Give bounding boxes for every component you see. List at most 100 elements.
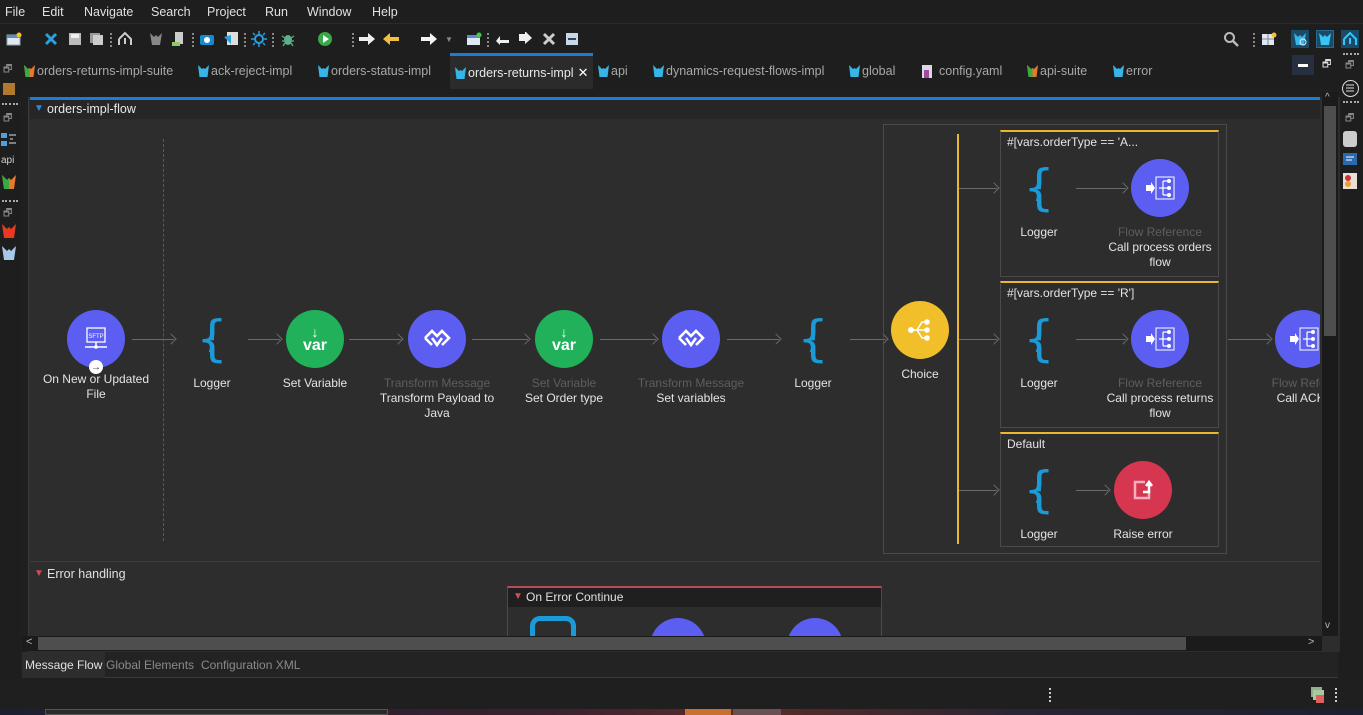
flow-node-set-variable[interactable]: ↓ var Set Variable [255, 310, 375, 391]
camera-icon[interactable] [198, 30, 216, 48]
save-all-icon[interactable] [88, 30, 106, 48]
tab-configuration-xml[interactable]: Configuration XML [198, 652, 303, 678]
restore-icon[interactable]: 🗗 [1345, 111, 1354, 128]
flow-node-logger[interactable]: { ; Logger [979, 159, 1099, 240]
settings-icon[interactable] [1343, 131, 1357, 147]
back-icon[interactable] [382, 30, 400, 48]
flow-node-transform-message[interactable]: Transform Message Set variables [631, 310, 751, 406]
undo-icon[interactable] [494, 30, 512, 48]
menu-search[interactable]: Search [151, 5, 191, 19]
flow-node-raise-error[interactable]: Raise error [1083, 461, 1203, 542]
palette-icon[interactable] [1, 133, 17, 147]
vertical-scrollbar[interactable]: ^ v [1322, 92, 1338, 636]
taskbar-item[interactable] [45, 709, 388, 715]
tab-orders-returns-impl[interactable]: orders-returns-impl ✕ [450, 53, 593, 89]
scroll-right-icon[interactable]: > [1308, 636, 1314, 648]
scrollbar-thumb[interactable] [38, 637, 1186, 650]
restore-icon[interactable]: 🗗 [1345, 58, 1354, 75]
mule-perspective-icon[interactable] [1316, 30, 1334, 48]
menu-file[interactable]: File [5, 5, 25, 19]
search-icon[interactable] [1222, 30, 1240, 48]
api-label[interactable]: api [1, 155, 14, 166]
delete-icon[interactable] [540, 30, 558, 48]
mule-suite-icon[interactable] [1, 174, 17, 190]
tab-global-elements[interactable]: Global Elements [103, 652, 197, 678]
menu-navigate[interactable]: Navigate [84, 5, 133, 19]
open-perspective-icon[interactable] [1260, 30, 1278, 48]
console-icon[interactable] [1343, 153, 1357, 165]
menu-window[interactable]: Window [307, 5, 351, 19]
minimize-button[interactable] [1292, 55, 1314, 75]
flow-node-logger[interactable]: { ; Logger [152, 310, 272, 391]
mule-error-icon[interactable] [1, 223, 17, 239]
taskbar-item[interactable] [685, 709, 731, 715]
flow-node-set-variable[interactable]: ↓ var Set Variable Set Order type [504, 310, 624, 406]
deploy-icon[interactable] [170, 30, 188, 48]
flow-node-transform-message[interactable]: Transform Message Transform Payload to J… [377, 310, 497, 421]
scroll-down-icon[interactable]: v [1325, 620, 1330, 631]
redo-icon[interactable] [516, 30, 534, 48]
taskbar-item[interactable] [733, 709, 781, 715]
next-annotation-icon[interactable] [358, 30, 376, 48]
horizontal-scrollbar[interactable]: < > [22, 636, 1322, 651]
tab-label: orders-returns-impl-suite [37, 64, 174, 78]
scrollbar-thumb[interactable] [1324, 106, 1336, 336]
error-log-icon[interactable] [1311, 687, 1325, 703]
mule-design-perspective-icon[interactable] [1291, 30, 1309, 48]
open-perspective-icon[interactable] [465, 30, 483, 48]
flow-node-logger[interactable]: { ; Logger [753, 310, 873, 391]
save-icon[interactable] [66, 30, 84, 48]
tab-dynamics-request-flows-impl[interactable]: dynamics-request-flows-impl [653, 53, 824, 89]
exchange-perspective-icon[interactable] [1341, 30, 1359, 48]
flow-node-flow-reference[interactable]: Flow Reference Call process orders flow [1100, 159, 1220, 270]
collapse-triangle-icon[interactable]: ▼ [34, 568, 44, 579]
flow-node-logger[interactable]: { ; Logger [979, 461, 1099, 542]
svg-text:;: ; [1034, 480, 1043, 506]
tab-message-flow[interactable]: Message Flow [22, 652, 106, 678]
mule-icon[interactable] [147, 30, 165, 48]
on-error-continue-scope[interactable]: ▼ On Error Continue [507, 586, 882, 638]
menu-help[interactable]: Help [372, 5, 398, 19]
flow-node-logger[interactable]: { ; Logger [979, 310, 1099, 391]
forward-icon[interactable] [420, 30, 438, 48]
publish-icon[interactable] [222, 30, 240, 48]
settings-sun-icon[interactable] [250, 30, 268, 48]
logger-icon: { ; [183, 310, 241, 368]
restore-icon[interactable]: 🗗 [3, 206, 12, 223]
tab-ack-reject-impl[interactable]: ack-reject-impl [198, 53, 292, 89]
run-icon[interactable] [316, 30, 334, 48]
restore-icon[interactable]: 🗗 [3, 111, 12, 128]
collapse-icon[interactable] [563, 30, 581, 48]
flow-node-sftp-listener[interactable]: SFTP → On New or Updated File [36, 310, 156, 402]
menu-run[interactable]: Run [265, 5, 288, 19]
tab-global[interactable]: global [849, 53, 895, 89]
scroll-left-icon[interactable]: < [26, 636, 32, 648]
mule-config-icon[interactable] [1, 245, 17, 261]
collapse-triangle-icon[interactable]: ▼ [513, 591, 523, 602]
restore-icon[interactable]: 🗗 [3, 62, 12, 79]
properties-menu-icon[interactable] [1342, 80, 1359, 97]
collapse-triangle-icon[interactable]: ▼ [34, 103, 44, 114]
menu-edit[interactable]: Edit [42, 5, 64, 19]
cut-icon[interactable] [42, 30, 60, 48]
debug-icon[interactable] [279, 30, 297, 48]
forward-dropdown-icon[interactable]: ▼ [440, 30, 458, 48]
flow-node-flow-reference[interactable]: Flow Refere Call ACK f [1244, 310, 1320, 406]
close-tab-icon[interactable]: ✕ [578, 65, 589, 81]
flow-node-flow-reference[interactable]: Flow Reference Call process returns flow [1100, 310, 1220, 421]
maximize-button[interactable]: 🗗 [1322, 57, 1331, 74]
problems-icon[interactable] [1343, 173, 1357, 189]
new-window-icon[interactable] [5, 30, 23, 48]
flow-node-choice[interactable]: Choice [860, 301, 980, 382]
tab-error[interactable]: error [1113, 53, 1152, 89]
tab-api[interactable]: api [598, 53, 628, 89]
tab-config-yaml[interactable]: config.yaml [922, 53, 1002, 89]
scroll-up-icon[interactable]: ^ [1325, 92, 1330, 103]
menu-project[interactable]: Project [207, 5, 246, 19]
tab-api-suite[interactable]: api-suite [1027, 53, 1087, 89]
flow-header[interactable]: ▼ orders-impl-flow [30, 100, 1320, 119]
tab-orders-returns-impl-suite[interactable]: orders-returns-impl-suite [24, 53, 173, 89]
outline-icon[interactable] [3, 83, 15, 95]
exchange-icon[interactable] [116, 30, 134, 48]
tab-orders-status-impl[interactable]: orders-status-impl [318, 53, 431, 89]
